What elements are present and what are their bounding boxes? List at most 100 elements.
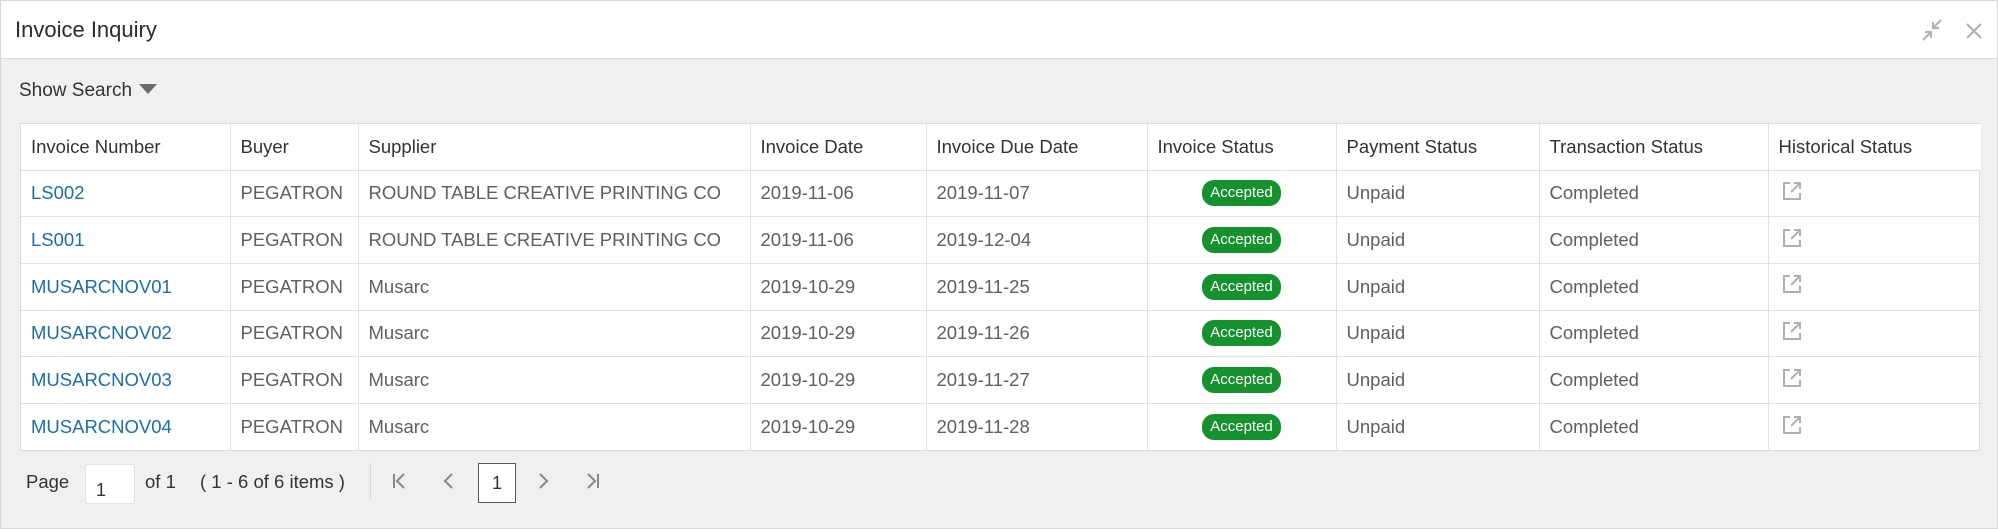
invoice-status-cell: Accepted <box>1147 403 1337 451</box>
status-badge: Accepted <box>1202 367 1281 394</box>
historical-status-cell <box>1768 403 1981 450</box>
transaction-status-cell: Completed <box>1539 310 1769 358</box>
items-range-label: ( 1 - 6 of 6 items ) <box>200 471 345 492</box>
transaction-status-cell: Completed <box>1539 403 1769 451</box>
invoice-due-date-cell: 2019-11-28 <box>926 403 1148 451</box>
invoice-status-cell: Accepted <box>1147 310 1337 358</box>
page-number-input[interactable] <box>85 464 135 504</box>
invoice-table: Invoice Number Buyer Supplier Invoice Da… <box>21 124 1981 451</box>
column-header-supplier[interactable]: Supplier <box>358 124 751 171</box>
column-header-invoice-status[interactable]: Invoice Status <box>1147 124 1337 171</box>
collapse-arrows-icon[interactable] <box>1919 17 1945 43</box>
invoice-date-cell: 2019-11-06 <box>750 216 927 264</box>
external-link-icon[interactable] <box>1781 414 1803 441</box>
invoice-due-date-cell: 2019-11-27 <box>926 356 1148 404</box>
external-link-icon[interactable] <box>1781 273 1803 300</box>
page-label: Page <box>26 471 70 492</box>
column-header-transaction-status[interactable]: Transaction Status <box>1539 124 1769 171</box>
payment-status-cell: Unpaid <box>1336 356 1540 404</box>
column-header-buyer[interactable]: Buyer <box>230 124 359 171</box>
supplier-cell: Musarc <box>358 403 751 451</box>
invoice-due-date-cell: 2019-11-07 <box>926 170 1148 218</box>
buyer-cell: PEGATRON <box>230 310 359 358</box>
invoice-number-link[interactable]: MUSARCNOV04 <box>31 416 172 437</box>
invoice-status-cell: Accepted <box>1147 356 1337 404</box>
invoice-number-cell: LS001 <box>21 216 231 264</box>
invoice-due-date-cell: 2019-11-26 <box>926 310 1148 358</box>
invoice-inquiry-window: Invoice Inquiry Show Search Invoice Numb… <box>0 0 1998 529</box>
invoice-grid: Invoice Number Buyer Supplier Invoice Da… <box>20 123 1981 451</box>
status-badge: Accepted <box>1202 320 1281 347</box>
table-row: MUSARCNOV04 PEGATRON Musarc 2019-10-29 2019-… <box>21 403 1981 451</box>
external-link-icon[interactable] <box>1781 180 1803 207</box>
invoice-date-cell: 2019-10-29 <box>750 403 927 451</box>
historical-status-cell <box>1768 263 1981 311</box>
invoice-number-cell: MUSARCNOV03 <box>21 356 231 404</box>
caret-down-icon <box>138 80 158 102</box>
prev-page-icon[interactable] <box>440 467 458 495</box>
column-header-invoice-number[interactable]: Invoice Number <box>21 124 231 171</box>
status-badge: Accepted <box>1202 227 1281 254</box>
external-link-icon[interactable] <box>1781 227 1803 254</box>
payment-status-cell: Unpaid <box>1336 170 1540 218</box>
external-link-icon[interactable] <box>1781 320 1803 347</box>
payment-status-cell: Unpaid <box>1336 263 1540 311</box>
column-header-payment-status[interactable]: Payment Status <box>1336 124 1540 171</box>
table-header-row: Invoice Number Buyer Supplier Invoice Da… <box>21 124 1981 171</box>
invoice-number-link[interactable]: MUSARCNOV02 <box>31 322 172 343</box>
show-search-toggle[interactable]: Show Search <box>19 80 158 102</box>
external-link-icon[interactable] <box>1781 367 1803 394</box>
transaction-status-cell: Completed <box>1539 216 1769 264</box>
window-titlebar: Invoice Inquiry <box>1 1 1997 59</box>
buyer-cell: PEGATRON <box>230 356 359 404</box>
invoice-number-link[interactable]: LS001 <box>31 229 85 250</box>
payment-status-cell: Unpaid <box>1336 403 1540 451</box>
transaction-status-cell: Completed <box>1539 170 1769 218</box>
invoice-date-cell: 2019-10-29 <box>750 263 927 311</box>
invoice-status-cell: Accepted <box>1147 263 1337 311</box>
invoice-date-cell: 2019-11-06 <box>750 170 927 218</box>
invoice-number-link[interactable]: MUSARCNOV01 <box>31 276 172 297</box>
transaction-status-cell: Completed <box>1539 356 1769 404</box>
invoice-due-date-cell: 2019-12-04 <box>926 216 1148 264</box>
first-page-icon[interactable] <box>390 467 408 495</box>
supplier-cell: ROUND TABLE CREATIVE PRINTING CO <box>358 216 751 264</box>
payment-status-cell: Unpaid <box>1336 216 1540 264</box>
historical-status-cell <box>1768 216 1981 264</box>
invoice-status-cell: Accepted <box>1147 170 1337 218</box>
table-row: MUSARCNOV02 PEGATRON Musarc 2019-10-29 2019-… <box>21 310 1981 358</box>
invoice-number-cell: MUSARCNOV02 <box>21 310 231 358</box>
invoice-due-date-cell: 2019-11-25 <box>926 263 1148 311</box>
status-badge: Accepted <box>1202 414 1281 441</box>
show-search-label: Show Search <box>19 80 133 101</box>
status-badge: Accepted <box>1202 273 1281 300</box>
column-header-historical-status[interactable]: Historical Status <box>1768 124 1981 171</box>
buyer-cell: PEGATRON <box>230 170 359 218</box>
last-page-icon[interactable] <box>584 467 602 495</box>
page-of-label: of 1 <box>145 471 176 492</box>
pager-divider <box>370 463 371 499</box>
page-button-1[interactable]: 1 <box>478 463 516 503</box>
historical-status-cell <box>1768 170 1981 218</box>
close-icon[interactable] <box>1963 17 1985 43</box>
pagination-bar: Page of 1 ( 1 - 6 of 6 items ) 1 <box>20 457 720 507</box>
transaction-status-cell: Completed <box>1539 263 1769 311</box>
invoice-date-cell: 2019-10-29 <box>750 310 927 358</box>
supplier-cell: Musarc <box>358 263 751 311</box>
buyer-cell: PEGATRON <box>230 403 359 451</box>
supplier-cell: Musarc <box>358 310 751 358</box>
table-row: MUSARCNOV01 PEGATRON Musarc 2019-10-29 2019-… <box>21 263 1981 311</box>
column-header-invoice-due-date[interactable]: Invoice Due Date <box>926 124 1148 171</box>
invoice-number-cell: LS002 <box>21 170 231 218</box>
payment-status-cell: Unpaid <box>1336 310 1540 358</box>
invoice-number-link[interactable]: LS002 <box>31 182 85 203</box>
historical-status-cell <box>1768 310 1981 358</box>
buyer-cell: PEGATRON <box>230 216 359 264</box>
invoice-date-cell: 2019-10-29 <box>750 356 927 404</box>
invoice-number-link[interactable]: MUSARCNOV03 <box>31 369 172 390</box>
historical-status-cell <box>1768 356 1981 404</box>
column-header-invoice-date[interactable]: Invoice Date <box>750 124 927 171</box>
invoice-status-cell: Accepted <box>1147 216 1337 264</box>
table-row: LS002 PEGATRON ROUND TABLE CREATIVE PRINTI… <box>21 170 1981 218</box>
next-page-icon[interactable] <box>534 467 552 495</box>
